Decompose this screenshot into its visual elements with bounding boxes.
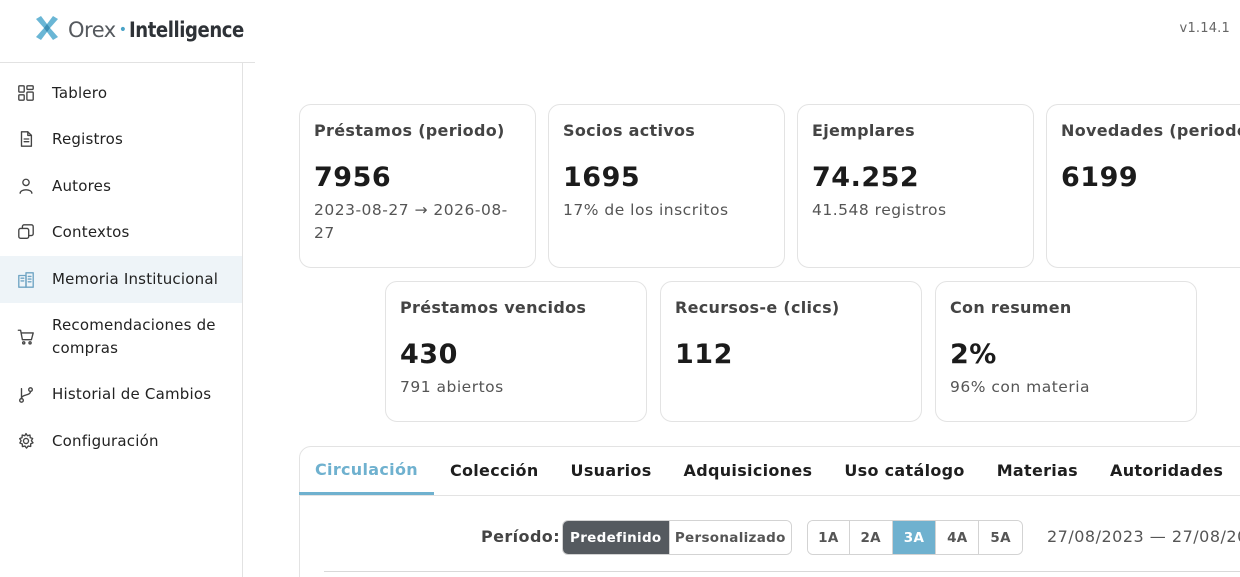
card-subtitle: 41.548 registros (812, 201, 947, 219)
date-range-display: 27/08/2023 — 27/08/2026 (1047, 527, 1240, 546)
version-label: v1.14.1 (1179, 21, 1230, 36)
building-icon (16, 270, 36, 290)
tab-autoridades[interactable]: Autoridades (1094, 446, 1239, 495)
layers-icon (16, 222, 36, 242)
card-title: Con resumen (950, 298, 1072, 317)
sidebar-item-autores[interactable]: Autores (0, 163, 242, 209)
card-title: Recursos-e (clics) (675, 298, 840, 317)
range-3a-button[interactable]: 3A (892, 521, 937, 554)
sidebar-item-label: Autores (52, 176, 112, 195)
card-value: 112 (675, 339, 733, 370)
logo-product: Intelligence (129, 18, 245, 42)
sidebar-item-memoria-institucional[interactable]: Memoria Institucional (0, 256, 242, 303)
card-value: 2% (950, 339, 997, 370)
content-divider (324, 571, 1240, 572)
logo-separator: • (118, 22, 127, 38)
app-logo[interactable]: Orex • Intelligence (32, 14, 263, 46)
card-value: 430 (400, 339, 458, 370)
card-value: 1695 (563, 162, 641, 193)
card-title: Socios activos (563, 121, 696, 140)
range-4a-button[interactable]: 4A (936, 521, 980, 554)
kpi-card-novedades: Novedades (periodo) 6199 (1046, 104, 1240, 268)
range-selector: 1A 2A 3A 4A 5A (807, 520, 1023, 555)
card-value: 74.252 (812, 162, 920, 193)
document-icon (16, 129, 36, 149)
sidebar-item-label: Tablero (52, 83, 108, 102)
card-title: Préstamos vencidos (400, 298, 587, 317)
sidebar-item-label: Registros (52, 129, 123, 148)
logo-brand: Orex (68, 18, 116, 42)
tab-circulacion[interactable]: Circulación (299, 446, 434, 495)
mode-personalizado-button[interactable]: Personalizado (669, 521, 791, 554)
card-subtitle: 2023-08-27 → 2026-08-27 (314, 201, 508, 242)
logo-mark-icon (32, 13, 62, 47)
card-title: Préstamos (periodo) (314, 121, 505, 140)
sidebar-item-label: Recomendaciones de compras (52, 316, 216, 357)
kpi-card-resumen: Con resumen 2% 96% con materia (935, 281, 1197, 422)
tab-bar: Circulación Colección Usuarios Adquisici… (299, 446, 1239, 496)
period-label: Período: (481, 527, 560, 546)
range-5a-button[interactable]: 5A (979, 521, 1022, 554)
sidebar-item-historial[interactable]: Historial de Cambios (0, 371, 242, 418)
tab-uso-catalogo[interactable]: Uso catálogo (828, 446, 980, 495)
cart-icon (16, 327, 36, 347)
tab-adquisiciones[interactable]: Adquisiciones (668, 446, 829, 495)
sidebar-item-label: Historial de Cambios (52, 385, 212, 403)
kpi-card-prestamos: Préstamos (periodo) 7956 2023-08-27 → 20… (299, 104, 536, 268)
logo-text: Orex • Intelligence (68, 18, 263, 42)
gear-icon (16, 431, 36, 451)
card-value: 7956 (314, 162, 392, 193)
sidebar-item-label: Memoria Institucional (52, 270, 219, 288)
user-icon (16, 176, 36, 196)
card-subtitle: 96% con materia (950, 378, 1091, 396)
card-subtitle: 17% de los inscritos (563, 201, 729, 219)
kpi-card-recursos: Recursos-e (clics) 112 (660, 281, 922, 422)
sidebar-item-label: Configuración (52, 431, 159, 450)
card-subtitle: 791 abiertos (400, 378, 504, 396)
tab-usuarios[interactable]: Usuarios (555, 446, 668, 495)
sidebar-item-contextos[interactable]: Contextos (0, 209, 242, 255)
sidebar-item-configuracion[interactable]: Configuración (0, 418, 242, 464)
card-value: 6199 (1061, 162, 1139, 193)
period-mode-toggle: Predefinido Personalizado (562, 520, 792, 555)
kpi-card-ejemplares: Ejemplares 74.252 41.548 registros (797, 104, 1034, 268)
mode-predefinido-button[interactable]: Predefinido (563, 521, 670, 554)
git-branch-icon (16, 385, 36, 405)
tab-materias[interactable]: Materias (981, 446, 1094, 495)
card-title: Novedades (periodo) (1061, 121, 1240, 140)
card-title: Ejemplares (812, 121, 915, 140)
sidebar-item-label: Contextos (52, 222, 130, 241)
sidebar-item-recomendaciones[interactable]: Recomendaciones de compras (0, 303, 242, 371)
sidebar-item-registros[interactable]: Registros (0, 116, 242, 162)
kpi-card-vencidos: Préstamos vencidos 430 791 abiertos (385, 281, 647, 422)
range-2a-button[interactable]: 2A (849, 521, 893, 554)
kpi-card-socios: Socios activos 1695 17% de los inscritos (548, 104, 785, 268)
dashboard-icon (16, 83, 36, 103)
sidebar-item-tablero[interactable]: Tablero (0, 70, 242, 116)
range-1a-button[interactable]: 1A (808, 521, 850, 554)
tab-coleccion[interactable]: Colección (434, 446, 555, 495)
